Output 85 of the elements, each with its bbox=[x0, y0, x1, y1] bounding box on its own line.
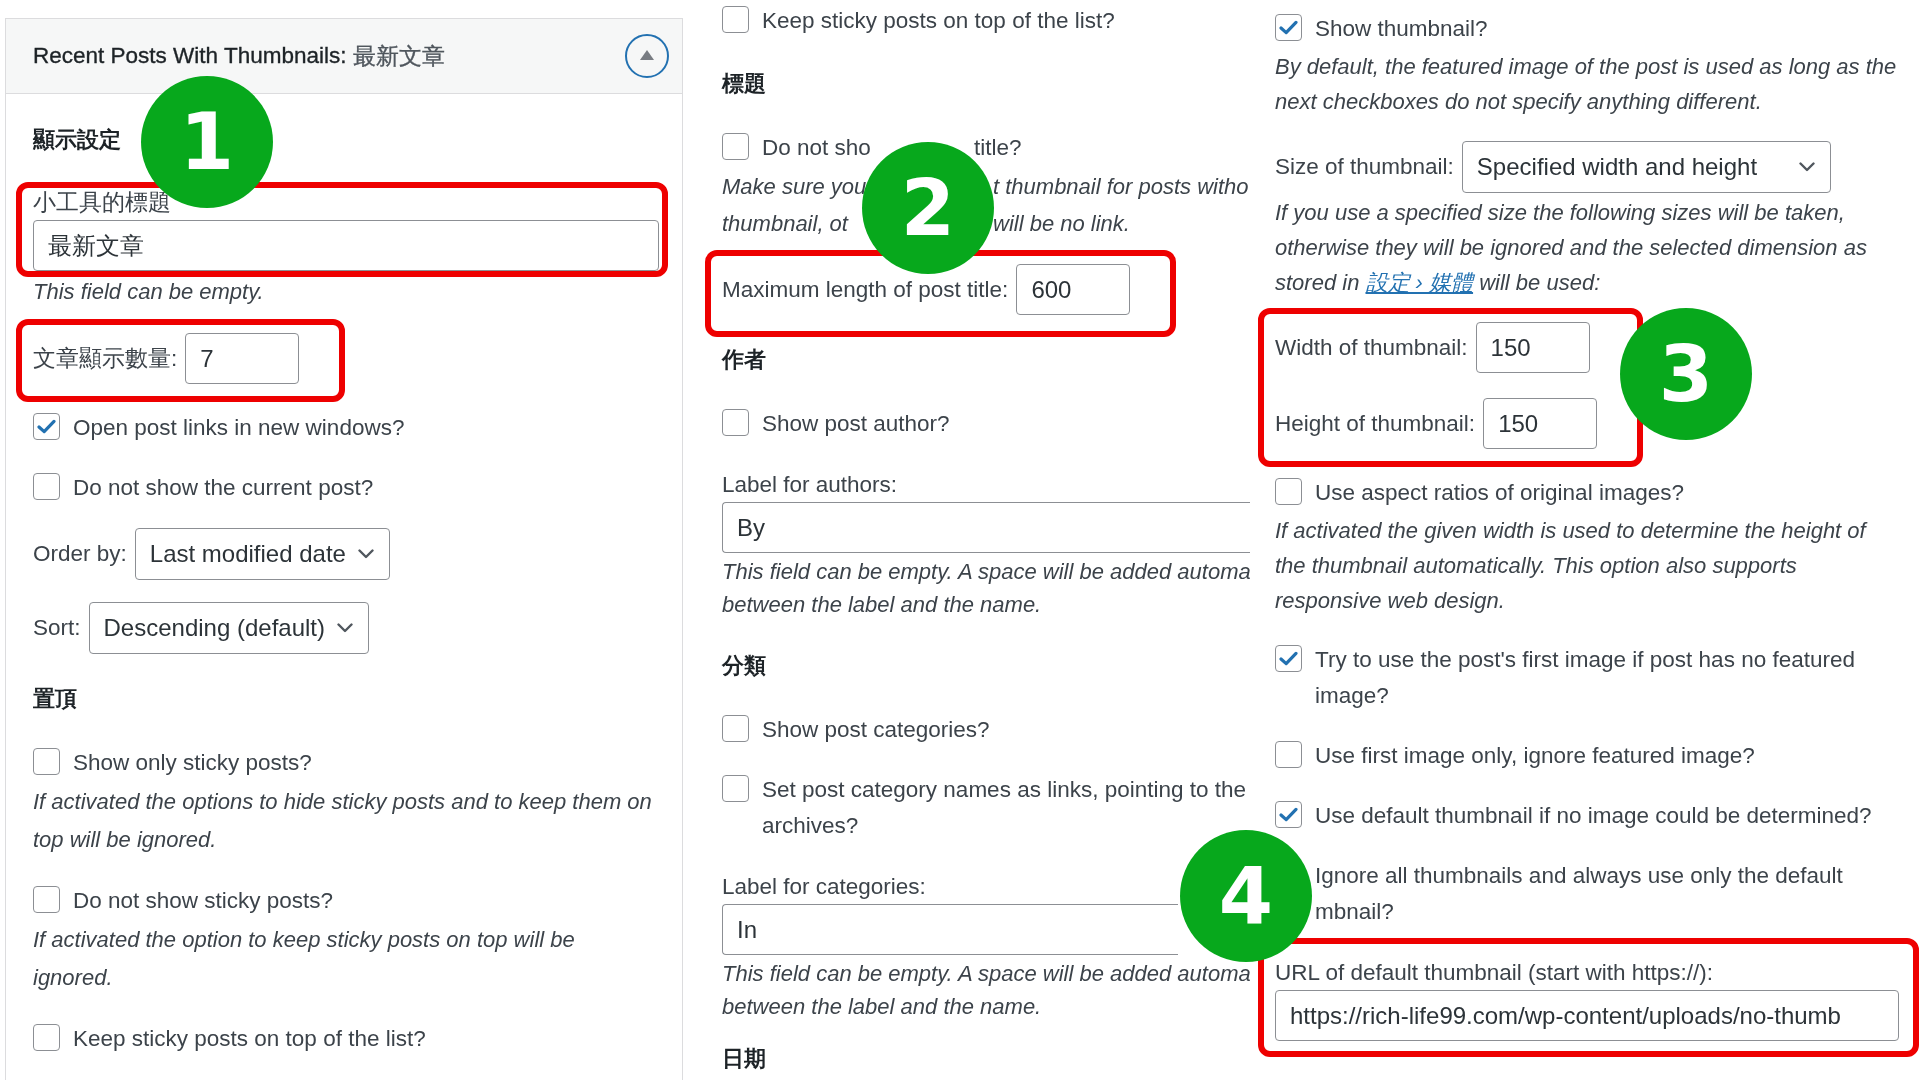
help-text: If activated the options to hide sticky posts and to keep them on top will be ignored. bbox=[33, 788, 653, 854]
section-heading: 作者 bbox=[722, 346, 766, 374]
checkbox-label: Ignore all thumbnails and always use only the default mbnail? bbox=[1315, 862, 1843, 926]
help-text: thumbnail, ot bbox=[722, 210, 850, 238]
settings-link[interactable]: 設定 › 媒體 bbox=[1365, 270, 1474, 295]
field-label: 文章顯示數量: bbox=[33, 345, 178, 373]
checkbox-label: Show only sticky posts? bbox=[73, 749, 312, 777]
text-field[interactable]: 150 bbox=[1483, 398, 1598, 449]
checkbox-label: Do not show the current post? bbox=[73, 474, 374, 502]
checkbox[interactable] bbox=[722, 715, 749, 742]
checkbox-label: title? bbox=[974, 134, 1022, 162]
field-label: Size of thumbnail: bbox=[1275, 154, 1454, 180]
checkbox[interactable] bbox=[722, 775, 749, 802]
section-heading: 分類 bbox=[722, 652, 766, 680]
help-text: This field can be empty. bbox=[33, 278, 265, 306]
field-label: Sort: bbox=[33, 615, 81, 641]
field-label: Height of thumbnail: bbox=[1275, 410, 1476, 437]
dropdown[interactable]: Specified width and height bbox=[1461, 141, 1831, 193]
widget-title: Recent Posts With Thumbnails: bbox=[33, 43, 347, 69]
checkbox-label: Keep sticky posts on top of the list? bbox=[762, 7, 1115, 35]
checkbox[interactable] bbox=[1275, 801, 1302, 828]
checkbox-label: Try to use the post's first image if post has no featured image? bbox=[1315, 646, 1855, 710]
field-label: Width of thumbnail: bbox=[1275, 334, 1468, 361]
checkbox[interactable] bbox=[1275, 741, 1302, 768]
dropdown[interactable]: Last modified date bbox=[134, 528, 390, 580]
section-heading: 置頂 bbox=[33, 685, 77, 713]
section-heading: 日期 bbox=[722, 1047, 766, 1071]
checkbox[interactable] bbox=[33, 473, 60, 500]
help-text: t thumbnail for posts witho bbox=[993, 173, 1249, 201]
checkbox[interactable] bbox=[722, 409, 749, 436]
help-text: will be no link. bbox=[993, 210, 1130, 238]
text-field[interactable]: https://rich-life99.com/wp-content/uploads/no-thumb bbox=[1275, 990, 1899, 1041]
checkbox-label: Open post links in new windows? bbox=[73, 414, 405, 442]
text-field[interactable]: 7 bbox=[185, 333, 300, 384]
field-label: Label for authors: bbox=[722, 471, 898, 499]
widget-instance-title: 最新文章 bbox=[353, 42, 446, 71]
checkbox[interactable] bbox=[33, 886, 60, 913]
field-label: 小工具的標題 bbox=[33, 189, 171, 217]
section-heading: 標題 bbox=[722, 70, 766, 98]
checkbox[interactable] bbox=[722, 133, 749, 160]
checkbox-label: Use default thumbnail if no image could be determined? bbox=[1315, 802, 1872, 830]
section-heading: 顯示設定 bbox=[33, 126, 121, 154]
help-text: If activated the given width is used to determine the height of the thumbnail automatically. This option also supports responsive web design. bbox=[1275, 517, 1869, 615]
help-text: If activated the option to keep sticky posts on top will be ignored. bbox=[33, 926, 576, 992]
text-field[interactable]: 最新文章 bbox=[33, 220, 659, 271]
text-field[interactable]: By bbox=[722, 502, 1250, 553]
checkbox[interactable] bbox=[33, 413, 60, 440]
checkbox-label: Do not sho bbox=[762, 134, 872, 162]
checkmark-icon bbox=[1279, 651, 1298, 666]
checkbox-label: Keep sticky posts on top of the list? bbox=[73, 1025, 426, 1053]
checkbox-label: Show post categories? bbox=[762, 716, 990, 744]
dropdown[interactable]: Descending (default) bbox=[88, 602, 369, 654]
checkbox-label: Show thumbnail? bbox=[1315, 15, 1488, 43]
field-label: URL of default thumbnail (start with https://): bbox=[1275, 959, 1714, 987]
text-field[interactable]: 600 bbox=[1016, 264, 1131, 315]
checkbox[interactable] bbox=[1275, 478, 1302, 505]
checkmark-icon bbox=[1279, 20, 1298, 35]
collapse-toggle[interactable] bbox=[625, 34, 669, 78]
checkbox[interactable] bbox=[722, 6, 749, 33]
checkbox[interactable] bbox=[1275, 645, 1302, 672]
checkmark-icon bbox=[1279, 807, 1298, 822]
help-text: Make sure you bbox=[722, 173, 868, 201]
text-field[interactable]: 150 bbox=[1475, 322, 1590, 373]
chevron-down-icon bbox=[357, 549, 374, 559]
field-label: Label for categories: bbox=[722, 873, 926, 901]
triangle-up-icon bbox=[640, 50, 654, 60]
checkmark-icon bbox=[37, 419, 56, 434]
step-marker: 3 bbox=[1620, 308, 1752, 440]
checkbox-label: Show post author? bbox=[762, 410, 950, 438]
step-marker: 4 bbox=[1180, 830, 1312, 962]
checkbox[interactable] bbox=[33, 1024, 60, 1051]
checkbox[interactable] bbox=[33, 748, 60, 775]
checkbox-label: Do not show sticky posts? bbox=[73, 887, 334, 915]
help-text: If you use a specified size the following sizes will be taken, otherwise they will be ignored and the selected dimension as stored in 設定 › 媒體 will be used: bbox=[1275, 199, 1868, 297]
text-field[interactable]: In bbox=[722, 904, 1178, 955]
checkbox-label: Use aspect ratios of original images? bbox=[1315, 479, 1684, 507]
field-label: Maximum length of post title: bbox=[722, 276, 1009, 303]
help-text: By default, the featured image of the post is used as long as the next checkboxes do not specify anything different. bbox=[1275, 53, 1898, 116]
chevron-down-icon bbox=[1798, 162, 1815, 172]
checkbox-label: Use first image only, ignore featured image? bbox=[1315, 742, 1755, 770]
checkbox[interactable] bbox=[1275, 14, 1302, 41]
help-text: This field can be empty. A space will be added automa between the label and the name. bbox=[722, 558, 1249, 619]
field-label: Order by: bbox=[33, 541, 127, 567]
chevron-down-icon bbox=[337, 623, 353, 633]
help-text: This field can be empty. A space will be added automa between the label and the name. bbox=[722, 960, 1249, 1021]
